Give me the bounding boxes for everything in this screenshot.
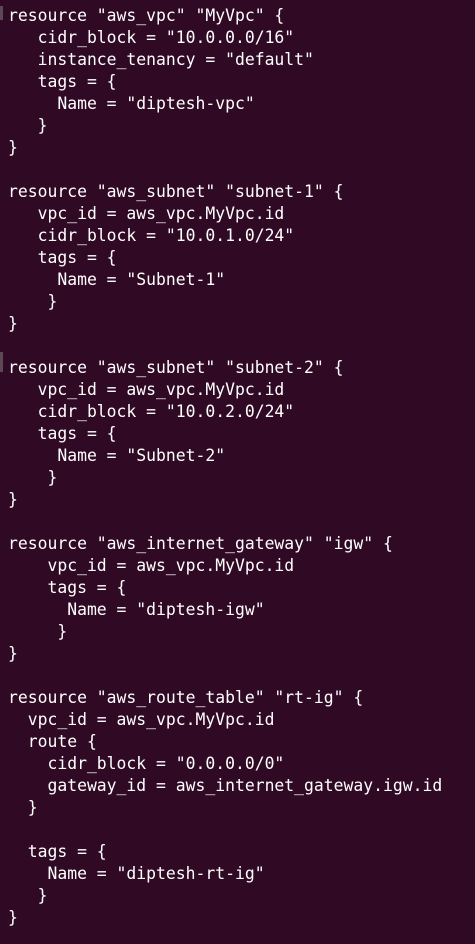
scroll-marker <box>0 352 3 372</box>
code-line: gateway_id = aws_internet_gateway.igw.id <box>8 776 443 795</box>
code-line: cidr_block = "10.0.2.0/24" <box>8 402 295 421</box>
code-line: vpc_id = aws_vpc.MyVpc.id <box>8 204 285 223</box>
code-line: } <box>8 886 48 905</box>
code-line: vpc_id = aws_vpc.MyVpc.id <box>8 710 275 729</box>
code-line: resource "aws_subnet" "subnet-1" { <box>8 182 344 201</box>
code-line: } <box>8 292 58 311</box>
code-line: resource "aws_vpc" "MyVpc" { <box>8 6 285 25</box>
code-line: tags = { <box>8 842 107 861</box>
code-line: tags = { <box>8 578 127 597</box>
code-line: resource "aws_internet_gateway" "igw" { <box>8 534 393 553</box>
code-line: cidr_block = "10.0.1.0/24" <box>8 226 295 245</box>
code-line: resource "aws_subnet" "subnet-2" { <box>8 358 344 377</box>
code-line: } <box>8 314 18 333</box>
code-line: } <box>8 644 18 663</box>
code-line: vpc_id = aws_vpc.MyVpc.id <box>8 556 295 575</box>
code-line: resource "aws_route_table" "rt-ig" { <box>8 688 364 707</box>
code-line: Name = "diptesh-igw" <box>8 600 265 619</box>
code-line: Name = "Subnet-1" <box>8 270 226 289</box>
code-line: } <box>8 908 18 927</box>
scroll-marker <box>0 6 3 20</box>
code-line: instance_tenancy = "default" <box>8 50 314 69</box>
code-line: Name = "diptesh-vpc" <box>8 94 255 113</box>
code-line: } <box>8 116 48 135</box>
code-line: } <box>8 798 38 817</box>
code-line: Name = "diptesh-rt-ig" <box>8 864 265 883</box>
terminal-window[interactable]: resource "aws_vpc" "MyVpc" { cidr_block … <box>0 0 475 944</box>
code-line: } <box>8 468 58 487</box>
code-line: } <box>8 622 68 641</box>
code-line: tags = { <box>8 72 117 91</box>
code-line: tags = { <box>8 248 117 267</box>
code-line: cidr_block = "0.0.0.0/0" <box>8 754 285 773</box>
code-line: cidr_block = "10.0.0.0/16" <box>8 28 295 47</box>
code-line: } <box>8 490 18 509</box>
code-line: } <box>8 138 18 157</box>
code-line: vpc_id = aws_vpc.MyVpc.id <box>8 380 285 399</box>
code-line: tags = { <box>8 424 117 443</box>
code-line: route { <box>8 732 97 751</box>
code-line: Name = "Subnet-2" <box>8 446 226 465</box>
